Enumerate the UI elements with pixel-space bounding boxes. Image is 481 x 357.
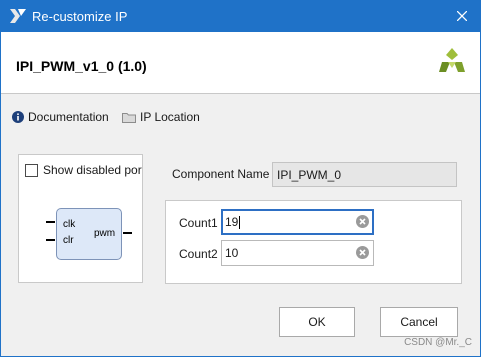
xilinx-logo-icon xyxy=(439,48,465,72)
port-label-clr: clr xyxy=(63,235,74,246)
info-icon xyxy=(12,111,24,123)
documentation-label: Documentation xyxy=(28,110,109,124)
close-icon xyxy=(457,11,467,21)
close-button[interactable] xyxy=(444,1,480,32)
clear-icon[interactable] xyxy=(356,215,369,228)
pwm-pin xyxy=(123,232,132,234)
clear-icon[interactable] xyxy=(356,246,369,259)
port-label-pwm: pwm xyxy=(94,228,116,239)
ip-block-symbol: clk clr pwm xyxy=(56,208,122,260)
vivado-logo-icon xyxy=(10,9,26,23)
title-bar[interactable]: Re-customize IP xyxy=(1,1,480,32)
ok-button[interactable]: OK xyxy=(279,307,355,337)
ip-symbol-panel: Show disabled por clk clr pwm xyxy=(18,154,143,283)
count2-input[interactable]: 10 xyxy=(221,240,374,266)
watermark: CSDN @Mr._C xyxy=(404,337,472,348)
count1-input[interactable]: 19 xyxy=(221,209,374,235)
count1-label: Count1 xyxy=(179,216,218,230)
text-caret xyxy=(239,216,241,230)
documentation-link[interactable]: Documentation xyxy=(12,110,109,124)
ip-location-label: IP Location xyxy=(140,110,200,124)
port-label-clk: clk xyxy=(63,219,76,230)
clr-pin xyxy=(46,239,55,241)
re-customize-ip-dialog: Re-customize IP IPI_PWM_v1_0 (1.0) Docum… xyxy=(0,0,481,357)
ip-location-link[interactable]: IP Location xyxy=(122,110,200,124)
parameters-panel: Count1 19 Count2 10 xyxy=(165,200,462,284)
count2-value: 10 xyxy=(225,246,239,260)
component-name-label: Component Name xyxy=(172,167,270,181)
ip-name-title: IPI_PWM_v1_0 (1.0) xyxy=(16,58,147,74)
checkbox-box[interactable] xyxy=(25,163,38,177)
folder-icon xyxy=(122,112,136,123)
clk-pin xyxy=(46,221,55,223)
ip-header: IPI_PWM_v1_0 (1.0) xyxy=(1,32,480,94)
link-bar: Documentation IP Location xyxy=(1,94,480,136)
count1-value: 19 xyxy=(225,215,239,229)
component-name-field[interactable]: IPI_PWM_0 xyxy=(272,162,457,187)
cancel-button[interactable]: Cancel xyxy=(380,307,458,337)
window-title: Re-customize IP xyxy=(32,9,128,24)
show-disabled-ports-checkbox[interactable]: Show disabled por xyxy=(25,163,142,177)
count2-label: Count2 xyxy=(179,247,218,261)
show-disabled-ports-label: Show disabled por xyxy=(43,163,142,177)
